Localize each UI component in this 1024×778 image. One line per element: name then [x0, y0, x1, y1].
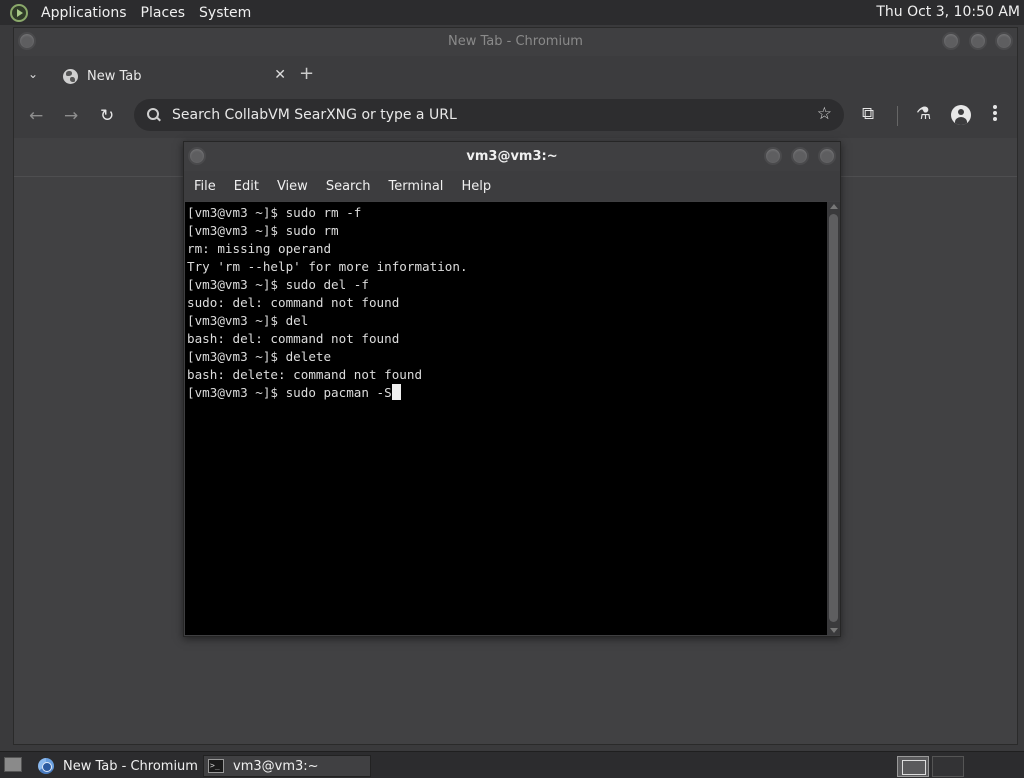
back-arrow-icon[interactable]: ←	[29, 106, 43, 126]
minimize-button[interactable]	[942, 32, 960, 50]
chromium-icon	[38, 758, 54, 774]
reload-icon[interactable]: ↻	[100, 106, 114, 126]
terminal-minimize-button[interactable]	[764, 147, 782, 165]
menu-edit[interactable]: Edit	[225, 179, 268, 194]
new-tab-button[interactable]: +	[299, 63, 314, 84]
toolbar-divider	[897, 106, 898, 126]
terminal-icon: >_	[208, 759, 224, 773]
omnibox[interactable]: Search CollabVM SearXNG or type a URL ☆	[134, 99, 844, 131]
menu-search[interactable]: Search	[317, 179, 380, 194]
clock[interactable]: Thu Oct 3, 10:50 AM	[876, 4, 1020, 20]
profile-avatar-icon[interactable]	[951, 105, 971, 125]
more-menu-icon[interactable]	[993, 103, 997, 123]
tab-new-tab[interactable]: New Tab ✕	[54, 58, 286, 94]
menu-terminal[interactable]: Terminal	[379, 179, 452, 194]
workspace-switcher-2[interactable]	[932, 756, 964, 777]
scroll-up-arrow-icon[interactable]	[830, 204, 838, 209]
terminal-line: [vm3@vm3 ~]$ del	[187, 313, 309, 328]
chromium-titlebar[interactable]: New Tab - Chromium	[14, 28, 1017, 56]
terminal-line: bash: delete: command not found	[187, 367, 423, 382]
terminal-title: vm3@vm3:~	[466, 149, 558, 164]
terminal-output[interactable]: [vm3@vm3 ~]$ sudo rm -f [vm3@vm3 ~]$ sud…	[185, 202, 827, 635]
menu-system[interactable]: System	[192, 5, 258, 21]
terminal-titlebar[interactable]: vm3@vm3:~	[184, 142, 840, 171]
terminal-line: sudo: del: command not found	[187, 295, 400, 310]
omnibox-placeholder[interactable]: Search CollabVM SearXNG or type a URL	[172, 107, 457, 123]
scroll-down-arrow-icon[interactable]	[830, 628, 838, 633]
close-button[interactable]	[995, 32, 1013, 50]
taskbar-item-label: vm3@vm3:~	[233, 758, 319, 774]
chromium-window-title: New Tab - Chromium	[448, 34, 583, 49]
forward-arrow-icon[interactable]: →	[64, 106, 78, 126]
terminal-window: vm3@vm3:~ File Edit View Search Terminal…	[183, 141, 841, 637]
terminal-prompt-line[interactable]: [vm3@vm3 ~]$ sudo pacman -S	[187, 384, 827, 402]
bookmark-star-icon[interactable]: ☆	[817, 104, 832, 124]
workspace-switcher-1[interactable]	[897, 756, 929, 777]
menu-file[interactable]: File	[185, 179, 225, 194]
maximize-button[interactable]	[969, 32, 987, 50]
tab-label: New Tab	[87, 68, 142, 84]
terminal-prompt-text: [vm3@vm3 ~]$ sudo pacman -S	[187, 385, 392, 400]
chromium-toolbar: ← → ↻ Search CollabVM SearXNG or type a …	[14, 94, 1017, 138]
taskbar: New Tab - Chromium >_ vm3@vm3:~	[0, 751, 1024, 778]
show-desktop-icon[interactable]	[4, 757, 22, 772]
taskbar-item-label: New Tab - Chromium	[63, 758, 198, 774]
menu-view[interactable]: View	[268, 179, 317, 194]
terminal-cursor	[391, 384, 401, 400]
terminal-line: bash: del: command not found	[187, 331, 400, 346]
search-icon	[146, 107, 162, 123]
labs-flask-icon[interactable]: ⚗	[916, 104, 931, 124]
terminal-maximize-button[interactable]	[791, 147, 809, 165]
terminal-line: [vm3@vm3 ~]$ delete	[187, 349, 332, 364]
menu-places[interactable]: Places	[134, 5, 193, 21]
terminal-line: [vm3@vm3 ~]$ sudo rm -f	[187, 205, 362, 220]
tab-close-icon[interactable]: ✕	[274, 67, 286, 83]
taskbar-item-chromium[interactable]: New Tab - Chromium	[34, 755, 200, 777]
menu-help[interactable]: Help	[452, 179, 500, 194]
terminal-close-button[interactable]	[818, 147, 836, 165]
tab-strip: ⌄ New Tab ✕ +	[14, 56, 1017, 94]
menu-applications[interactable]: Applications	[34, 5, 134, 21]
terminal-scrollbar[interactable]	[827, 202, 840, 635]
terminal-line: [vm3@vm3 ~]$ sudo rm	[187, 223, 339, 238]
tab-search-chevron-icon[interactable]: ⌄	[28, 67, 38, 81]
extensions-icon[interactable]: ⧉	[862, 104, 874, 124]
scrollbar-thumb[interactable]	[829, 214, 838, 622]
terminal-menubar: File Edit View Search Terminal Help	[184, 171, 840, 201]
globe-icon	[63, 68, 78, 84]
terminal-line: rm: missing operand	[187, 241, 332, 256]
taskbar-item-terminal[interactable]: >_ vm3@vm3:~	[203, 755, 371, 777]
top-panel: Applications Places System Thu Oct 3, 10…	[0, 0, 1024, 25]
terminal-line: Try 'rm --help' for more information.	[187, 259, 468, 274]
terminal-line: [vm3@vm3 ~]$ sudo del -f	[187, 277, 369, 292]
mate-logo-icon[interactable]	[10, 3, 28, 22]
